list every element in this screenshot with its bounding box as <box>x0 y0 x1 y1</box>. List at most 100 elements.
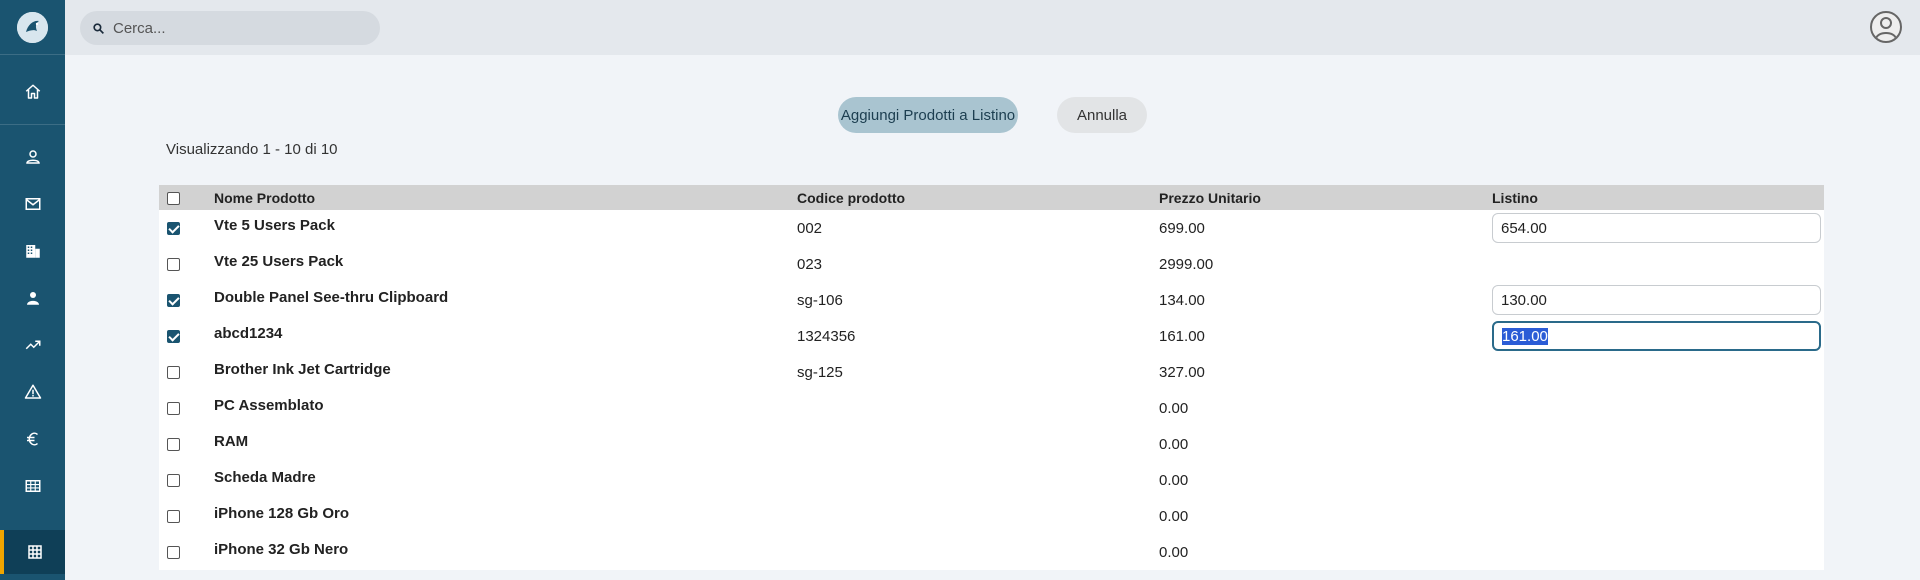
row-select-cell <box>159 318 214 354</box>
row-checkbox[interactable] <box>167 402 180 416</box>
table-row: Vte 5 Users Pack 002 699.00 <box>159 210 1824 246</box>
pricelist-price-input[interactable] <box>1492 213 1821 243</box>
product-name: Brother Ink Jet Cartridge <box>214 360 391 378</box>
product-code: 023 <box>797 255 823 273</box>
pricelist-price-input[interactable] <box>1492 321 1821 351</box>
sidebar-item-home[interactable] <box>0 72 65 112</box>
sidebar-item-finance[interactable] <box>0 419 65 459</box>
product-name: Vte 25 Users Pack <box>214 252 344 270</box>
product-name: iPhone 128 Gb Oro <box>214 504 350 522</box>
search-input[interactable] <box>113 19 353 37</box>
unit-price: 134.00 <box>1159 291 1205 309</box>
building-icon <box>25 245 40 258</box>
table-row: Double Panel See-thru Clipboard sg-106 134… <box>159 282 1824 318</box>
product-code <box>797 390 1159 426</box>
product-name-cell: Vte 25 Users Pack <box>214 246 797 282</box>
header-pricelist[interactable]: Listino <box>1492 185 1824 210</box>
contact-icon <box>26 292 39 305</box>
sidebar-item-contacts[interactable] <box>0 278 65 318</box>
header-unit-price[interactable]: Prezzo Unitario <box>1159 185 1492 210</box>
product-code <box>797 426 1159 462</box>
unit-price: 699.00 <box>1159 219 1205 237</box>
header-product-code[interactable]: Codice prodotto <box>797 185 1159 210</box>
table-row: iPhone 32 Gb Nero 0.00 <box>159 534 1824 570</box>
select-all-checkbox[interactable] <box>167 192 180 206</box>
row-checkbox[interactable] <box>167 330 180 344</box>
row-checkbox[interactable] <box>167 474 180 488</box>
search-box[interactable] <box>80 11 380 45</box>
row-select-cell <box>159 462 214 498</box>
pricelist-cell <box>1492 426 1824 462</box>
row-checkbox[interactable] <box>167 546 180 560</box>
sidebar-item-inventory[interactable] <box>0 466 65 506</box>
row-checkbox[interactable] <box>167 294 180 308</box>
row-checkbox[interactable] <box>167 222 180 236</box>
product-name-cell: Double Panel See-thru Clipboard <box>214 282 797 318</box>
product-name: PC Assemblato <box>214 396 324 414</box>
pricelist-cell <box>1492 282 1824 318</box>
sidebar-item-organizations[interactable] <box>0 231 65 271</box>
table-row: Brother Ink Jet Cartridge sg-125 327.00 <box>159 354 1824 390</box>
app-logo[interactable] <box>17 12 48 43</box>
logo-icon <box>17 12 48 43</box>
header-select-all[interactable] <box>159 185 214 210</box>
row-checkbox[interactable] <box>167 366 180 380</box>
search-icon <box>93 22 104 34</box>
row-checkbox[interactable] <box>167 510 180 524</box>
product-name-cell: iPhone 128 Gb Oro <box>214 498 797 534</box>
sidebar-item-tickets[interactable] <box>0 372 65 412</box>
unit-price: 0.00 <box>1159 543 1189 561</box>
pricelist-cell <box>1492 246 1824 282</box>
pricelist-price-input[interactable] <box>1492 285 1821 315</box>
cancel-button[interactable]: Annulla <box>1057 97 1147 133</box>
table-row: Scheda Madre 0.00 <box>159 462 1824 498</box>
product-code <box>797 498 1159 534</box>
product-code <box>797 534 1159 570</box>
user-avatar[interactable] <box>1870 11 1902 43</box>
table-icon <box>25 480 40 492</box>
row-checkbox[interactable] <box>167 438 180 452</box>
table-header-row: Nome Prodotto Codice prodotto Prezzo Uni… <box>159 185 1824 210</box>
sidebar-item-apps[interactable] <box>0 530 65 574</box>
add-products-to-pricelist-button[interactable]: Aggiungi Prodotti a Listino <box>838 97 1018 133</box>
product-code: 002 <box>797 219 823 237</box>
product-name-cell: Scheda Madre <box>214 462 797 498</box>
sidebar-item-users[interactable] <box>0 137 65 177</box>
sidebar-divider <box>0 54 65 55</box>
header-product-name[interactable]: Nome Prodotto <box>214 185 797 210</box>
sidebar-item-opportunities[interactable] <box>0 325 65 365</box>
pricelist-cell <box>1492 210 1824 246</box>
product-name-cell: RAM <box>214 426 797 462</box>
row-select-cell <box>159 210 214 246</box>
product-code <box>797 462 1159 498</box>
product-name-cell: abcd1234 <box>214 318 797 354</box>
pricelist-cell <box>1492 390 1824 426</box>
sidebar <box>0 0 65 580</box>
topbar <box>65 0 1920 55</box>
euro-icon <box>26 432 38 446</box>
row-select-cell <box>159 354 214 390</box>
product-name-cell: iPhone 32 Gb Nero <box>214 534 797 570</box>
product-name-cell: Brother Ink Jet Cartridge <box>214 354 797 390</box>
product-name: Double Panel See-thru Clipboard <box>214 288 449 306</box>
products-table: Nome Prodotto Codice prodotto Prezzo Uni… <box>159 185 1824 570</box>
product-code: sg-106 <box>797 291 843 309</box>
product-name: iPhone 32 Gb Nero <box>214 540 349 558</box>
table-row: PC Assemblato 0.00 <box>159 390 1824 426</box>
product-code: sg-125 <box>797 363 843 381</box>
product-name-cell: Vte 5 Users Pack <box>214 210 797 246</box>
product-name: RAM <box>214 432 249 450</box>
row-select-cell <box>159 534 214 570</box>
unit-price: 0.00 <box>1159 471 1189 489</box>
pricelist-cell <box>1492 498 1824 534</box>
pricelist-cell <box>1492 318 1824 354</box>
sidebar-divider <box>0 124 65 125</box>
pricelist-cell <box>1492 354 1824 390</box>
grid-icon <box>27 545 42 559</box>
sidebar-item-mail[interactable] <box>0 184 65 224</box>
unit-price: 0.00 <box>1159 507 1189 525</box>
table-row: iPhone 128 Gb Oro 0.00 <box>159 498 1824 534</box>
trending-icon <box>25 340 40 350</box>
main-content: Aggiungi Prodotti a Listino Annulla Visu… <box>65 55 1920 580</box>
row-checkbox[interactable] <box>167 258 180 272</box>
